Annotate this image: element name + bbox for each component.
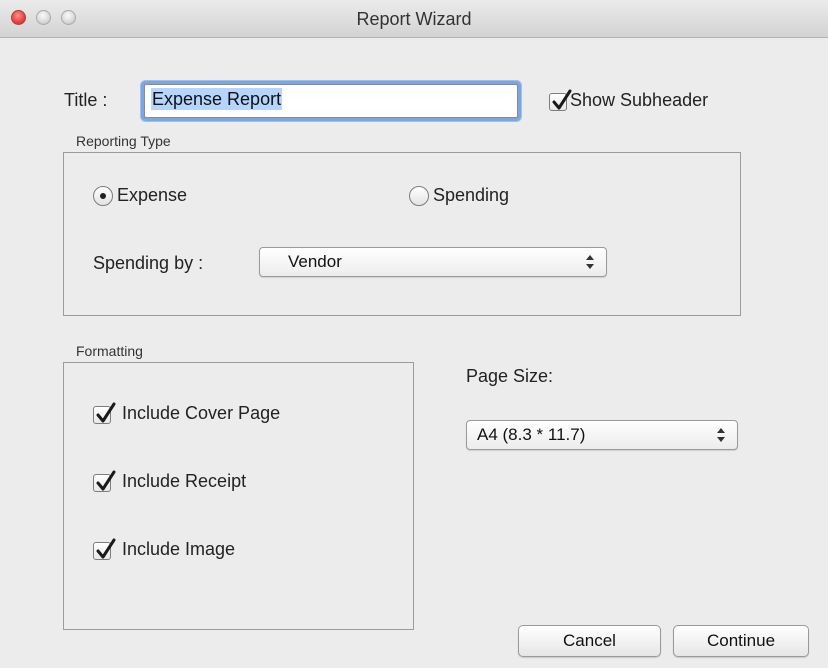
formatting-group-label: Formatting [72,343,147,359]
show-subheader-label: Show Subheader [570,90,709,110]
title-bar: Report Wizard [0,0,828,38]
page-size-value: A4 (8.3 * 11.7) [477,425,586,444]
include-receipt-label: Include Receipt [122,471,247,491]
page-size-popup[interactable]: A4 (8.3 * 11.7) [466,420,738,450]
radio-selected-dot [100,193,106,199]
include-cover-page-checkbox[interactable] [93,402,116,424]
spending-by-label: Spending by : [93,253,204,273]
report-wizard-window: Report Wizard Title : Expense Report Sho… [0,0,828,668]
cancel-button[interactable]: Cancel [518,625,661,657]
include-image-label: Include Image [122,539,236,559]
checkmark-icon [96,402,116,423]
spending-by-value: Vendor [288,252,342,271]
include-receipt-checkbox[interactable] [93,470,116,492]
checkmark-icon [96,538,116,559]
expense-radio[interactable] [93,186,113,206]
reporting-type-group [63,152,741,316]
title-input[interactable]: Expense Report [144,84,518,118]
up-down-arrows-icon [717,427,725,443]
checkmark-icon [552,89,572,110]
show-subheader-checkbox[interactable] [549,89,572,111]
page-size-label: Page Size: [466,366,554,386]
title-input-value: Expense Report [151,88,283,110]
expense-radio-label: Expense [117,185,188,205]
spending-radio[interactable] [409,186,429,206]
include-image-checkbox[interactable] [93,538,116,560]
continue-button[interactable]: Continue [673,625,809,657]
up-down-arrows-icon [586,254,594,270]
checkmark-icon [96,470,116,491]
spending-by-popup[interactable]: Vendor [259,247,607,277]
window-title: Report Wizard [356,9,472,29]
reporting-type-group-label: Reporting Type [72,133,175,149]
title-label: Title : [64,90,108,110]
spending-radio-label: Spending [433,185,510,205]
include-cover-page-label: Include Cover Page [122,403,281,423]
